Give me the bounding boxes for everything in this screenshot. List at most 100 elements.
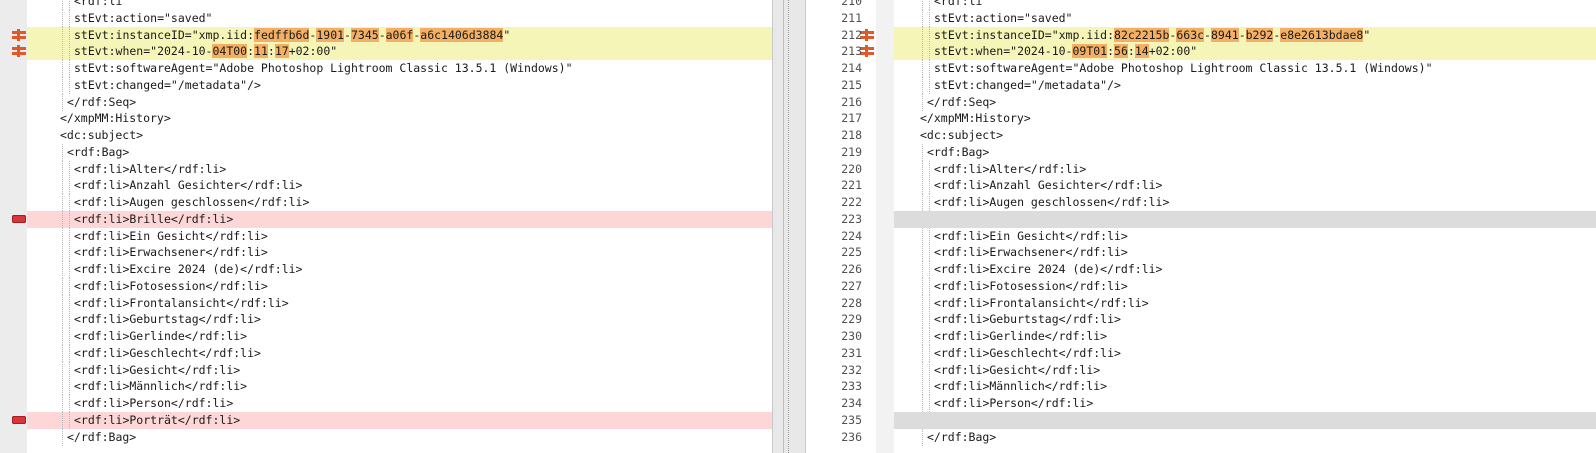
code-fragment: <dc:subject> bbox=[60, 128, 144, 142]
indent-guide bbox=[69, 177, 70, 195]
indent-guide bbox=[922, 227, 923, 245]
code-fragment: : bbox=[267, 44, 275, 59]
code-line[interactable]: <rdf:li>Gesicht</rdf:li> bbox=[0, 361, 772, 379]
change-marker-icon[interactable] bbox=[860, 45, 874, 58]
indent-guide bbox=[929, 261, 930, 278]
normal-line-background bbox=[894, 94, 1596, 111]
code-line[interactable]: <rdf:li>Augen geschlossen</rdf:li> bbox=[0, 194, 772, 211]
indent-guide bbox=[69, 244, 70, 262]
code-line[interactable]: 236 </rdf:Bag> bbox=[806, 428, 1596, 446]
code-fragment: " bbox=[1363, 27, 1371, 42]
code-line[interactable]: 211 stEvt:action="saved" bbox=[806, 9, 1596, 27]
code-line[interactable]: <rdf:li>Männlich</rdf:li> bbox=[0, 378, 772, 396]
code-line[interactable]: 218 <dc:subject> bbox=[806, 127, 1596, 144]
code-line[interactable]: </xmpMM:History> bbox=[0, 110, 772, 127]
indent-guide bbox=[69, 0, 70, 10]
indent-guide bbox=[922, 177, 923, 195]
code-text: <rdf:li>Männlich</rdf:li> bbox=[934, 378, 1107, 395]
code-fragment: </xmpMM:History> bbox=[60, 111, 171, 126]
code-line[interactable]: 212 stEvt:instanceID="xmp.iid:82c2215b-66… bbox=[806, 26, 1596, 44]
line-number: 234 bbox=[841, 396, 862, 410]
indent-guide bbox=[929, 244, 930, 262]
code-line[interactable]: 233 <rdf:li>Männlich</rdf:li> bbox=[806, 378, 1596, 396]
code-line[interactable]: 220 <rdf:li>Alter</rdf:li> bbox=[806, 160, 1596, 178]
code-line[interactable]: 229 <rdf:li>Geburtstag</rdf:li> bbox=[806, 311, 1596, 329]
code-line[interactable]: 214 stEvt:softwareAgent="Adobe Photoshop … bbox=[806, 60, 1596, 77]
code-line[interactable]: <rdf:li>Ein Gesicht</rdf:li> bbox=[0, 227, 772, 245]
code-line[interactable]: <rdf:Bag> bbox=[0, 143, 772, 161]
minus-marker-icon[interactable] bbox=[12, 214, 26, 223]
code-fragment: stEvt:action="saved" bbox=[74, 10, 213, 25]
line-number: 217 bbox=[841, 111, 862, 126]
change-marker-icon[interactable] bbox=[12, 45, 26, 58]
line-number: 231 bbox=[841, 345, 862, 360]
code-line[interactable]: <rdf:li>Alter</rdf:li> bbox=[0, 160, 772, 178]
code-line[interactable]: <rdf:li bbox=[0, 0, 772, 10]
code-line[interactable]: <dc:subject> bbox=[0, 127, 772, 144]
indent-guide bbox=[69, 160, 70, 178]
minus-marker-icon[interactable] bbox=[12, 415, 26, 424]
code-line[interactable]: 227 <rdf:li>Fotosession</rdf:li> bbox=[806, 277, 1596, 295]
splitter-dotted-line bbox=[788, 0, 789, 453]
code-line[interactable]: <rdf:li>Brille</rdf:li> bbox=[0, 210, 772, 228]
code-line[interactable]: stEvt:changed="/metadata"/> bbox=[0, 76, 772, 94]
code-line[interactable]: </rdf:Seq> bbox=[0, 93, 772, 111]
code-text: <dc:subject> bbox=[920, 127, 1003, 144]
indent-guide bbox=[922, 60, 923, 77]
code-line[interactable]: 232 <rdf:li>Gesicht</rdf:li> bbox=[806, 361, 1596, 379]
code-line[interactable]: <rdf:li>Person</rdf:li> bbox=[0, 395, 772, 412]
code-line[interactable]: 221 <rdf:li>Anzahl Gesichter</rdf:li> bbox=[806, 177, 1596, 195]
right-diff-pane[interactable]: 210 <rdf:li 211 stEvt:action="saved" 212 stEv… bbox=[806, 0, 1596, 453]
code-line[interactable]: 210 <rdf:li bbox=[806, 0, 1596, 10]
indent-guide bbox=[929, 344, 930, 362]
code-line[interactable]: <rdf:li>Fotosession</rdf:li> bbox=[0, 277, 772, 295]
code-fragment: <rdf:li>Geburtstag</rdf:li> bbox=[74, 312, 261, 327]
code-line[interactable]: 230 <rdf:li>Gerlinde</rdf:li> bbox=[806, 328, 1596, 345]
indent-guide bbox=[62, 244, 63, 262]
code-text: <rdf:li>Frontalansicht</rdf:li> bbox=[74, 295, 289, 312]
code-line[interactable]: <rdf:li>Porträt</rdf:li> bbox=[0, 411, 772, 429]
code-line[interactable]: <rdf:li>Anzahl Gesichter</rdf:li> bbox=[0, 177, 772, 195]
code-fragment: <rdf:li bbox=[74, 0, 123, 8]
code-line[interactable]: <rdf:li>Erwachsener</rdf:li> bbox=[0, 244, 772, 262]
code-line[interactable]: <rdf:li>Gerlinde</rdf:li> bbox=[0, 328, 772, 345]
code-line[interactable]: stEvt:when="2024-10-04T00:11:17+02:00" bbox=[0, 43, 772, 61]
pane-splitter[interactable] bbox=[772, 0, 806, 453]
code-line[interactable]: 223 bbox=[806, 210, 1596, 228]
code-line[interactable]: 215 stEvt:changed="/metadata"/> bbox=[806, 76, 1596, 94]
change-marker-icon[interactable] bbox=[860, 28, 874, 41]
code-text: <rdf:li>Person</rdf:li> bbox=[934, 395, 1093, 412]
code-line[interactable]: 235 bbox=[806, 411, 1596, 429]
changed-fragment: 82c2215b bbox=[1114, 27, 1170, 42]
code-line[interactable]: 213 stEvt:when="2024-10-09T01:56:14+02:00… bbox=[806, 43, 1596, 61]
code-line[interactable]: 216 </rdf:Seq> bbox=[806, 93, 1596, 111]
indent-guide bbox=[62, 428, 63, 446]
code-line[interactable]: 224 <rdf:li>Ein Gesicht</rdf:li> bbox=[806, 227, 1596, 245]
indent-guide bbox=[69, 294, 70, 312]
code-fragment: stEvt:instanceID="xmp.iid: bbox=[74, 27, 255, 42]
code-line[interactable]: 217 </xmpMM:History> bbox=[806, 110, 1596, 127]
code-fragment: <rdf:li>Gerlinde</rdf:li> bbox=[74, 329, 248, 343]
indent-guide bbox=[69, 43, 70, 61]
left-diff-pane[interactable]: <rdf:li stEvt:action="saved" stEvt:instanc… bbox=[0, 0, 772, 453]
code-line[interactable]: 226 <rdf:li>Excire 2024 (de)</rdf:li> bbox=[806, 261, 1596, 278]
code-line[interactable]: <rdf:li>Excire 2024 (de)</rdf:li> bbox=[0, 261, 772, 278]
code-line[interactable]: 225 <rdf:li>Erwachsener</rdf:li> bbox=[806, 244, 1596, 262]
code-line[interactable]: <rdf:li>Geschlecht</rdf:li> bbox=[0, 344, 772, 362]
code-line[interactable]: stEvt:instanceID="xmp.iid:fedffb6d-1901-… bbox=[0, 26, 772, 44]
code-fragment: - bbox=[1238, 27, 1246, 42]
indent-guide bbox=[62, 210, 63, 228]
code-line[interactable]: 228 <rdf:li>Frontalansicht</rdf:li> bbox=[806, 294, 1596, 312]
code-line[interactable]: <rdf:li>Geburtstag</rdf:li> bbox=[0, 311, 772, 329]
code-line[interactable]: 222 <rdf:li>Augen geschlossen</rdf:li> bbox=[806, 194, 1596, 211]
code-line[interactable]: </rdf:Bag> bbox=[0, 428, 772, 446]
code-line[interactable]: 219 <rdf:Bag> bbox=[806, 143, 1596, 161]
indent-guide bbox=[922, 160, 923, 178]
code-line[interactable]: stEvt:action="saved" bbox=[0, 9, 772, 27]
code-line[interactable]: <rdf:li>Frontalansicht</rdf:li> bbox=[0, 294, 772, 312]
code-line[interactable]: stEvt:softwareAgent="Adobe Photoshop Lig… bbox=[0, 60, 772, 77]
change-marker-icon[interactable] bbox=[12, 28, 26, 41]
indent-guide bbox=[929, 177, 930, 195]
code-line[interactable]: 231 <rdf:li>Geschlecht</rdf:li> bbox=[806, 344, 1596, 362]
code-line[interactable]: 234 <rdf:li>Person</rdf:li> bbox=[806, 395, 1596, 412]
